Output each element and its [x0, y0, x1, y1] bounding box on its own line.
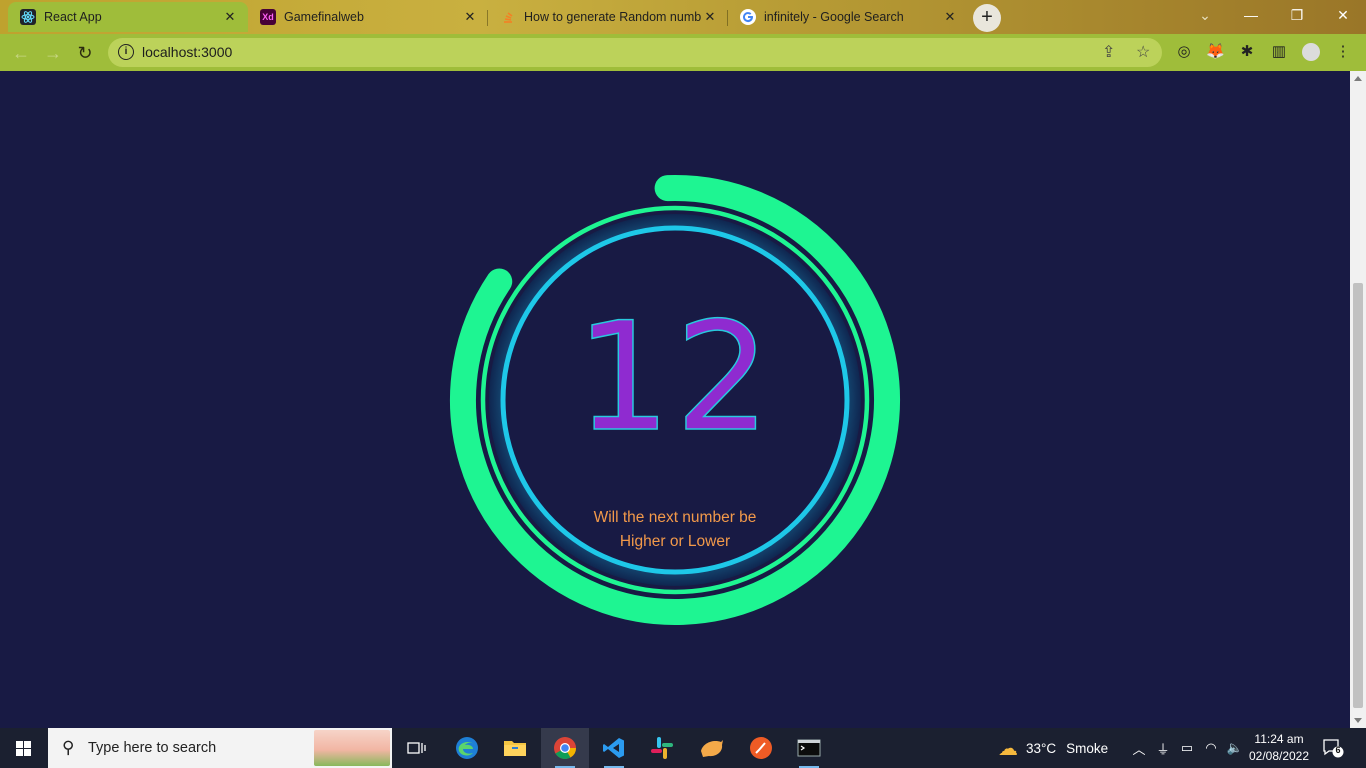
close-icon[interactable]: ✕	[462, 9, 478, 25]
tab-title: React App	[44, 10, 102, 24]
clock-date: 02/08/2022	[1248, 749, 1310, 763]
stack-icon	[500, 9, 516, 25]
system-tray: ︿ ⏚ ▭ ◠ 🔈	[1127, 728, 1247, 768]
postman-icon[interactable]	[737, 728, 785, 768]
browser-chrome: React App ✕ Xd Gamefinalweb ✕ How to gen…	[0, 0, 1366, 71]
close-icon[interactable]: ✕	[942, 9, 958, 25]
clock-time: 11:24 am	[1254, 732, 1304, 746]
tab-google-search[interactable]: infinitely - Google Search ✕	[728, 2, 968, 32]
tab-react-app[interactable]: React App ✕	[8, 2, 248, 32]
notification-count: 6	[1335, 745, 1341, 755]
guess-prompt: Will the next number be Higher or Lower	[0, 506, 1350, 554]
tab-gamefinalweb[interactable]: Xd Gamefinalweb ✕	[248, 2, 488, 32]
new-tab-button[interactable]: +	[973, 4, 1001, 32]
reload-button[interactable]: ↻	[72, 40, 98, 66]
close-icon[interactable]: ✕	[702, 9, 718, 25]
chevron-up-icon[interactable]: ︿	[1127, 739, 1151, 758]
share-icon[interactable]: ⇪	[1102, 42, 1115, 62]
metamask-icon[interactable]: 🦊	[1206, 43, 1225, 61]
tab-title: infinitely - Google Search	[764, 10, 904, 24]
prompt-line-2: Higher or Lower	[619, 533, 731, 550]
browser-toolbar: ← → ↻ i localhost:3000 ⇪ ☆ ◎ 🦊 ✱ ▥ ⋮	[0, 34, 1366, 71]
site-info-icon[interactable]: i	[118, 44, 134, 60]
prompt-line-1: Will the next number be	[593, 509, 757, 526]
bookmark-star-icon[interactable]: ☆	[1136, 42, 1150, 62]
taskbar-search-box[interactable]: ⚲ Type here to search	[48, 728, 392, 768]
weather-condition: Smoke	[1066, 740, 1109, 756]
search-placeholder: Type here to search	[88, 740, 217, 756]
chrome-icon[interactable]	[541, 728, 589, 768]
google-icon	[740, 9, 756, 25]
tab-strip: React App ✕ Xd Gamefinalweb ✕ How to gen…	[0, 0, 1366, 34]
restore-button[interactable]: ❐	[1274, 0, 1320, 30]
windows-icon	[16, 741, 31, 756]
slack-icon[interactable]	[638, 728, 686, 768]
battery-icon[interactable]: ▭	[1175, 740, 1199, 756]
system-clock[interactable]: 11:24 am 02/08/2022	[1244, 731, 1314, 765]
close-window-button[interactable]: ✕	[1320, 0, 1366, 30]
extension-icon[interactable]: ◎	[1175, 43, 1193, 61]
weather-temperature: 33°C	[1026, 740, 1057, 756]
current-number: 12	[575, 291, 775, 465]
page-scrollbar[interactable]	[1350, 71, 1366, 728]
scroll-thumb[interactable]	[1353, 283, 1363, 708]
tab-title: How to generate Random numb	[524, 10, 702, 24]
address-url: localhost:3000	[142, 44, 233, 60]
weather-widget[interactable]: ☁ 33°C Smoke	[998, 728, 1108, 768]
close-icon[interactable]: ✕	[222, 9, 238, 25]
minimize-button[interactable]: —	[1228, 0, 1274, 30]
notification-center-button[interactable]: 6	[1322, 738, 1344, 758]
start-button[interactable]	[0, 728, 48, 768]
vscode-icon[interactable]	[590, 728, 638, 768]
xd-icon: Xd	[260, 9, 276, 25]
menu-icon[interactable]: ⋮	[1334, 43, 1352, 61]
edge-icon[interactable]	[443, 728, 491, 768]
forward-button[interactable]: →	[40, 40, 66, 66]
puzzle-icon[interactable]: ✱	[1238, 43, 1256, 61]
side-panel-icon[interactable]: ▥	[1270, 43, 1288, 61]
avatar[interactable]	[1302, 43, 1320, 61]
postman-like-icon[interactable]	[688, 728, 736, 768]
page-content: 12 Will the next number be Higher or Low…	[0, 71, 1350, 728]
file-explorer-icon[interactable]	[491, 728, 539, 768]
react-icon	[20, 9, 36, 25]
terminal-icon[interactable]	[785, 728, 833, 768]
weather-haze-icon: ☁	[998, 737, 1018, 760]
address-bar[interactable]: i localhost:3000 ⇪ ☆	[108, 38, 1162, 67]
task-view-icon[interactable]	[392, 728, 440, 768]
search-icon: ⚲	[62, 738, 75, 757]
wifi-icon[interactable]: ◠	[1199, 740, 1223, 756]
tab-title: Gamefinalweb	[284, 10, 364, 24]
back-button[interactable]: ←	[8, 40, 34, 66]
scroll-down-arrow-icon[interactable]	[1354, 718, 1362, 723]
tab-random-number[interactable]: How to generate Random numb ✕	[488, 2, 728, 32]
windows-taskbar: ⚲ Type here to search ☁ 33°C Smoke ︿ ⏚ ▭	[0, 728, 1366, 768]
search-highlight-image	[314, 730, 390, 766]
tab-search-icon[interactable]: ⌄	[1182, 0, 1228, 30]
usb-icon[interactable]: ⏚	[1151, 739, 1175, 758]
scroll-up-arrow-icon[interactable]	[1354, 76, 1362, 81]
